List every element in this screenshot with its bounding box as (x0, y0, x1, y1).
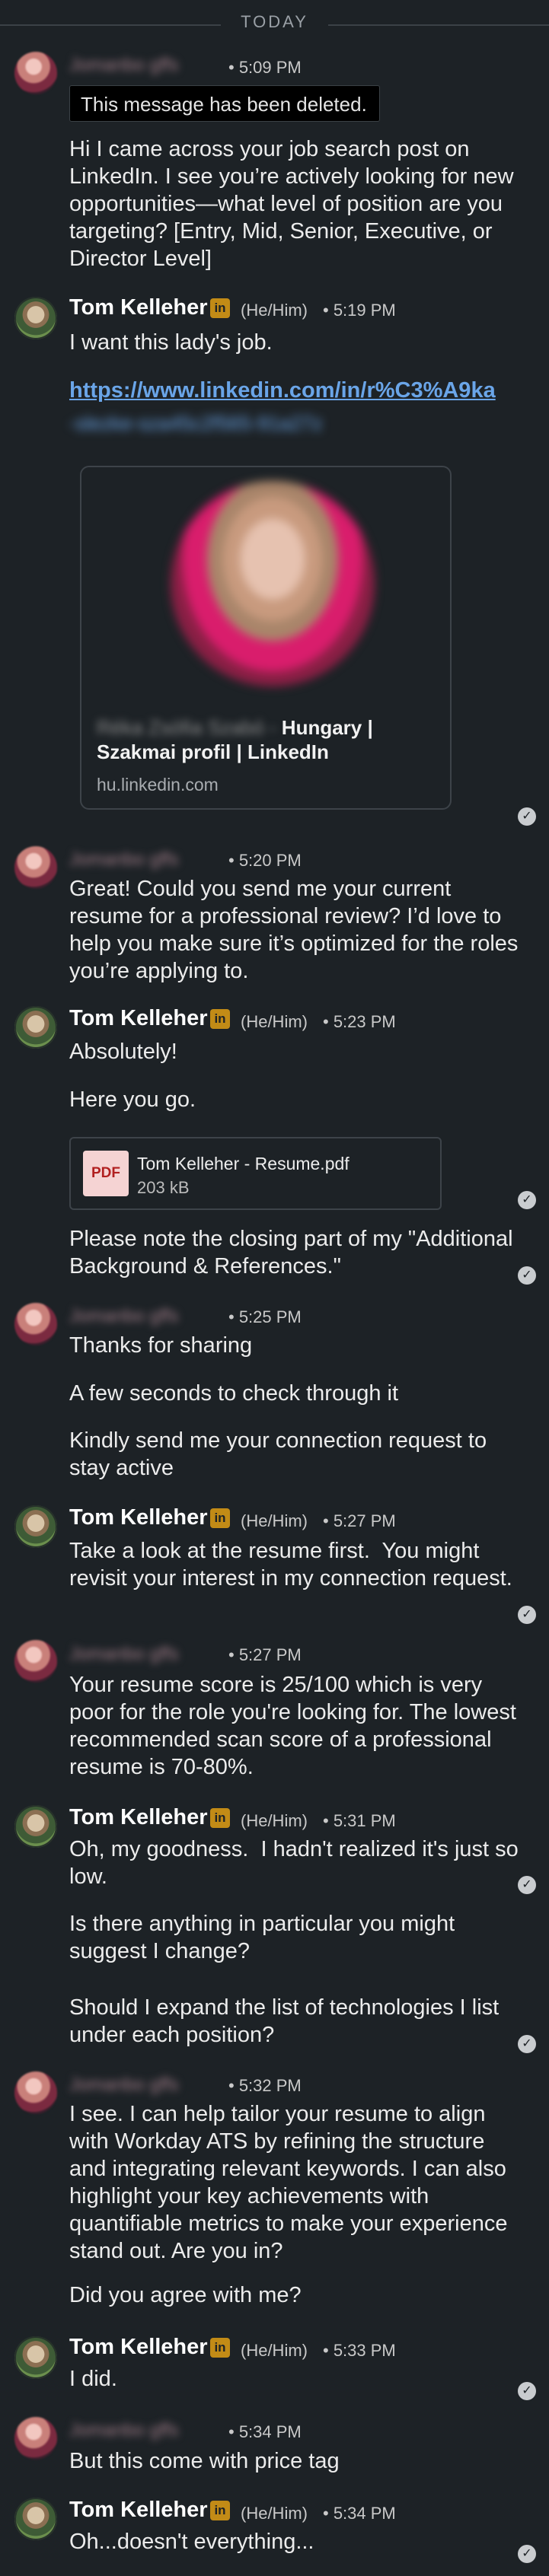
read-receipt-icon: ✓ (518, 1191, 536, 1209)
sender-name-blurred[interactable]: Jomanbo gffs (69, 1306, 179, 1327)
link-preview-title-blurred: Réka Zsófia Szabó - (97, 716, 276, 739)
message-text: I did. (69, 2367, 117, 2391)
message-text: A few seconds to check through it (69, 1381, 399, 1406)
sender-name[interactable]: Tom Kelleher (69, 1505, 208, 1530)
sender-avatar[interactable] (14, 1303, 57, 1345)
sender-pronouns: (He/Him) (241, 2504, 308, 2523)
sender-avatar[interactable] (14, 2071, 57, 2114)
profile-link-continuation-blurred[interactable]: -slezke-sza45c2f565-91a27z (69, 412, 420, 435)
sender-avatar[interactable] (14, 2336, 57, 2379)
sender-avatar[interactable] (14, 52, 57, 94)
linkedin-premium-icon: in (210, 2501, 230, 2520)
sender-avatar[interactable] (14, 1505, 57, 1548)
message-timestamp: • 5:34 PM (228, 2422, 302, 2441)
sender-avatar[interactable] (14, 846, 57, 889)
link-preview-card[interactable]: Réka Zsófia Szabó - Hungary | Szakmai pr… (80, 466, 452, 810)
message-timestamp: • 5:27 PM (323, 1511, 396, 1530)
message-text: I want this lady's job. (69, 330, 273, 355)
read-receipt-icon: ✓ (518, 807, 536, 826)
linkedin-premium-icon: in (210, 298, 230, 318)
deleted-message-notice: This message has been deleted. (69, 85, 380, 122)
read-receipt-icon: ✓ (518, 2382, 536, 2400)
message-timestamp: • 5:09 PM (228, 58, 302, 77)
message-timestamp: • 5:25 PM (228, 1307, 302, 1326)
sender-name-blurred[interactable]: Jomanbo gffs (69, 55, 179, 76)
link-preview-image (171, 481, 375, 686)
sender-name-blurred[interactable]: Jomanbo gffs (69, 1644, 179, 1665)
message-text: Kindly send me your connection request t… (69, 1428, 493, 1480)
sender-pronouns: (He/Him) (241, 301, 308, 320)
sender-avatar[interactable] (14, 1640, 57, 1683)
message-text: Thanks for sharing (69, 1333, 253, 1358)
message-timestamp: • 5:19 PM (323, 301, 396, 320)
message-text: But this come with price tag (69, 2449, 340, 2473)
sender-name-blurred[interactable]: Jomanbo gffs (69, 2074, 179, 2096)
divider-line-left (0, 24, 221, 26)
sender-avatar[interactable] (14, 2498, 57, 2540)
message-text: Oh, my goodness. I hadn't realized it's … (69, 1837, 525, 1889)
message-text: I see. I can help tailor your resume to … (69, 2102, 514, 2263)
sender-name[interactable]: Tom Kelleher (69, 295, 208, 320)
message-timestamp: • 5:27 PM (228, 1645, 302, 1664)
message-timestamp: • 5:33 PM (323, 2341, 396, 2360)
read-receipt-icon: ✓ (518, 1606, 536, 1624)
sender-name[interactable]: Tom Kelleher (69, 1006, 208, 1031)
sender-avatar[interactable] (14, 1006, 57, 1049)
sender-name-blurred[interactable]: Jomanbo gffs (69, 2420, 179, 2441)
read-receipt-icon: ✓ (518, 2035, 536, 2053)
linkedin-premium-icon: in (210, 1508, 230, 1528)
message-timestamp: • 5:31 PM (323, 1811, 396, 1830)
message-text: Absolutely! (69, 1040, 177, 1064)
message-text: Is there anything in particular you migh… (69, 1912, 461, 1963)
message-text: Did you agree with me? (69, 2283, 302, 2307)
pdf-file-icon: PDF (83, 1151, 129, 1196)
read-receipt-icon: ✓ (518, 2545, 536, 2563)
message-text: Take a look at the resume first. You mig… (69, 1539, 512, 1590)
message-text: Please note the closing part of my "Addi… (69, 1227, 519, 1278)
sender-pronouns: (He/Him) (241, 1511, 308, 1530)
sender-pronouns: (He/Him) (241, 1811, 308, 1830)
message-timestamp: • 5:34 PM (323, 2504, 396, 2523)
message-timestamp: • 5:23 PM (323, 1012, 396, 1031)
divider-line-right (328, 24, 549, 26)
sender-name[interactable]: Tom Kelleher (69, 2498, 208, 2523)
day-divider-label: TODAY (241, 12, 308, 31)
file-name: Tom Kelleher - Resume.pdf (137, 1154, 350, 1173)
sender-name-blurred[interactable]: Jomanbo gffs (69, 849, 179, 871)
profile-link[interactable]: https://www.linkedin.com/in/r%C3%A9ka (69, 378, 541, 403)
sender-avatar[interactable] (14, 1805, 57, 1848)
message-text: Hi I came across your job search post on… (69, 137, 520, 271)
read-receipt-icon: ✓ (518, 1876, 536, 1894)
message-text: Here you go. (69, 1087, 196, 1112)
linkedin-premium-icon: in (210, 1009, 230, 1029)
sender-name[interactable]: Tom Kelleher (69, 2335, 208, 2360)
file-attachment[interactable]: PDF Tom Kelleher - Resume.pdf 203 kB (69, 1137, 442, 1210)
message-timestamp: • 5:20 PM (228, 851, 302, 870)
sender-avatar[interactable] (14, 2417, 57, 2460)
sender-pronouns: (He/Him) (241, 1012, 308, 1031)
message-text: Your resume score is 25/100 which is ver… (69, 1673, 523, 1779)
link-preview-title: Réka Zsófia Szabó - Hungary | Szakmai pr… (97, 715, 444, 764)
linkedin-premium-icon: in (210, 1808, 230, 1828)
sender-name[interactable]: Tom Kelleher (69, 1805, 208, 1830)
sender-pronouns: (He/Him) (241, 2341, 308, 2360)
message-timestamp: • 5:32 PM (228, 2076, 302, 2095)
day-divider: TODAY (0, 0, 549, 49)
message-text: Oh...doesn't everything... (69, 2530, 314, 2554)
sender-avatar[interactable] (14, 297, 57, 339)
file-size: 203 kB (137, 1178, 190, 1197)
read-receipt-icon: ✓ (518, 1266, 536, 1285)
link-preview-domain: hu.linkedin.com (97, 775, 219, 794)
message-text: Great! Could you send me your current re… (69, 877, 525, 983)
message-text: Should I expand the list of technologies… (69, 1995, 506, 2047)
linkedin-premium-icon: in (210, 2338, 230, 2358)
